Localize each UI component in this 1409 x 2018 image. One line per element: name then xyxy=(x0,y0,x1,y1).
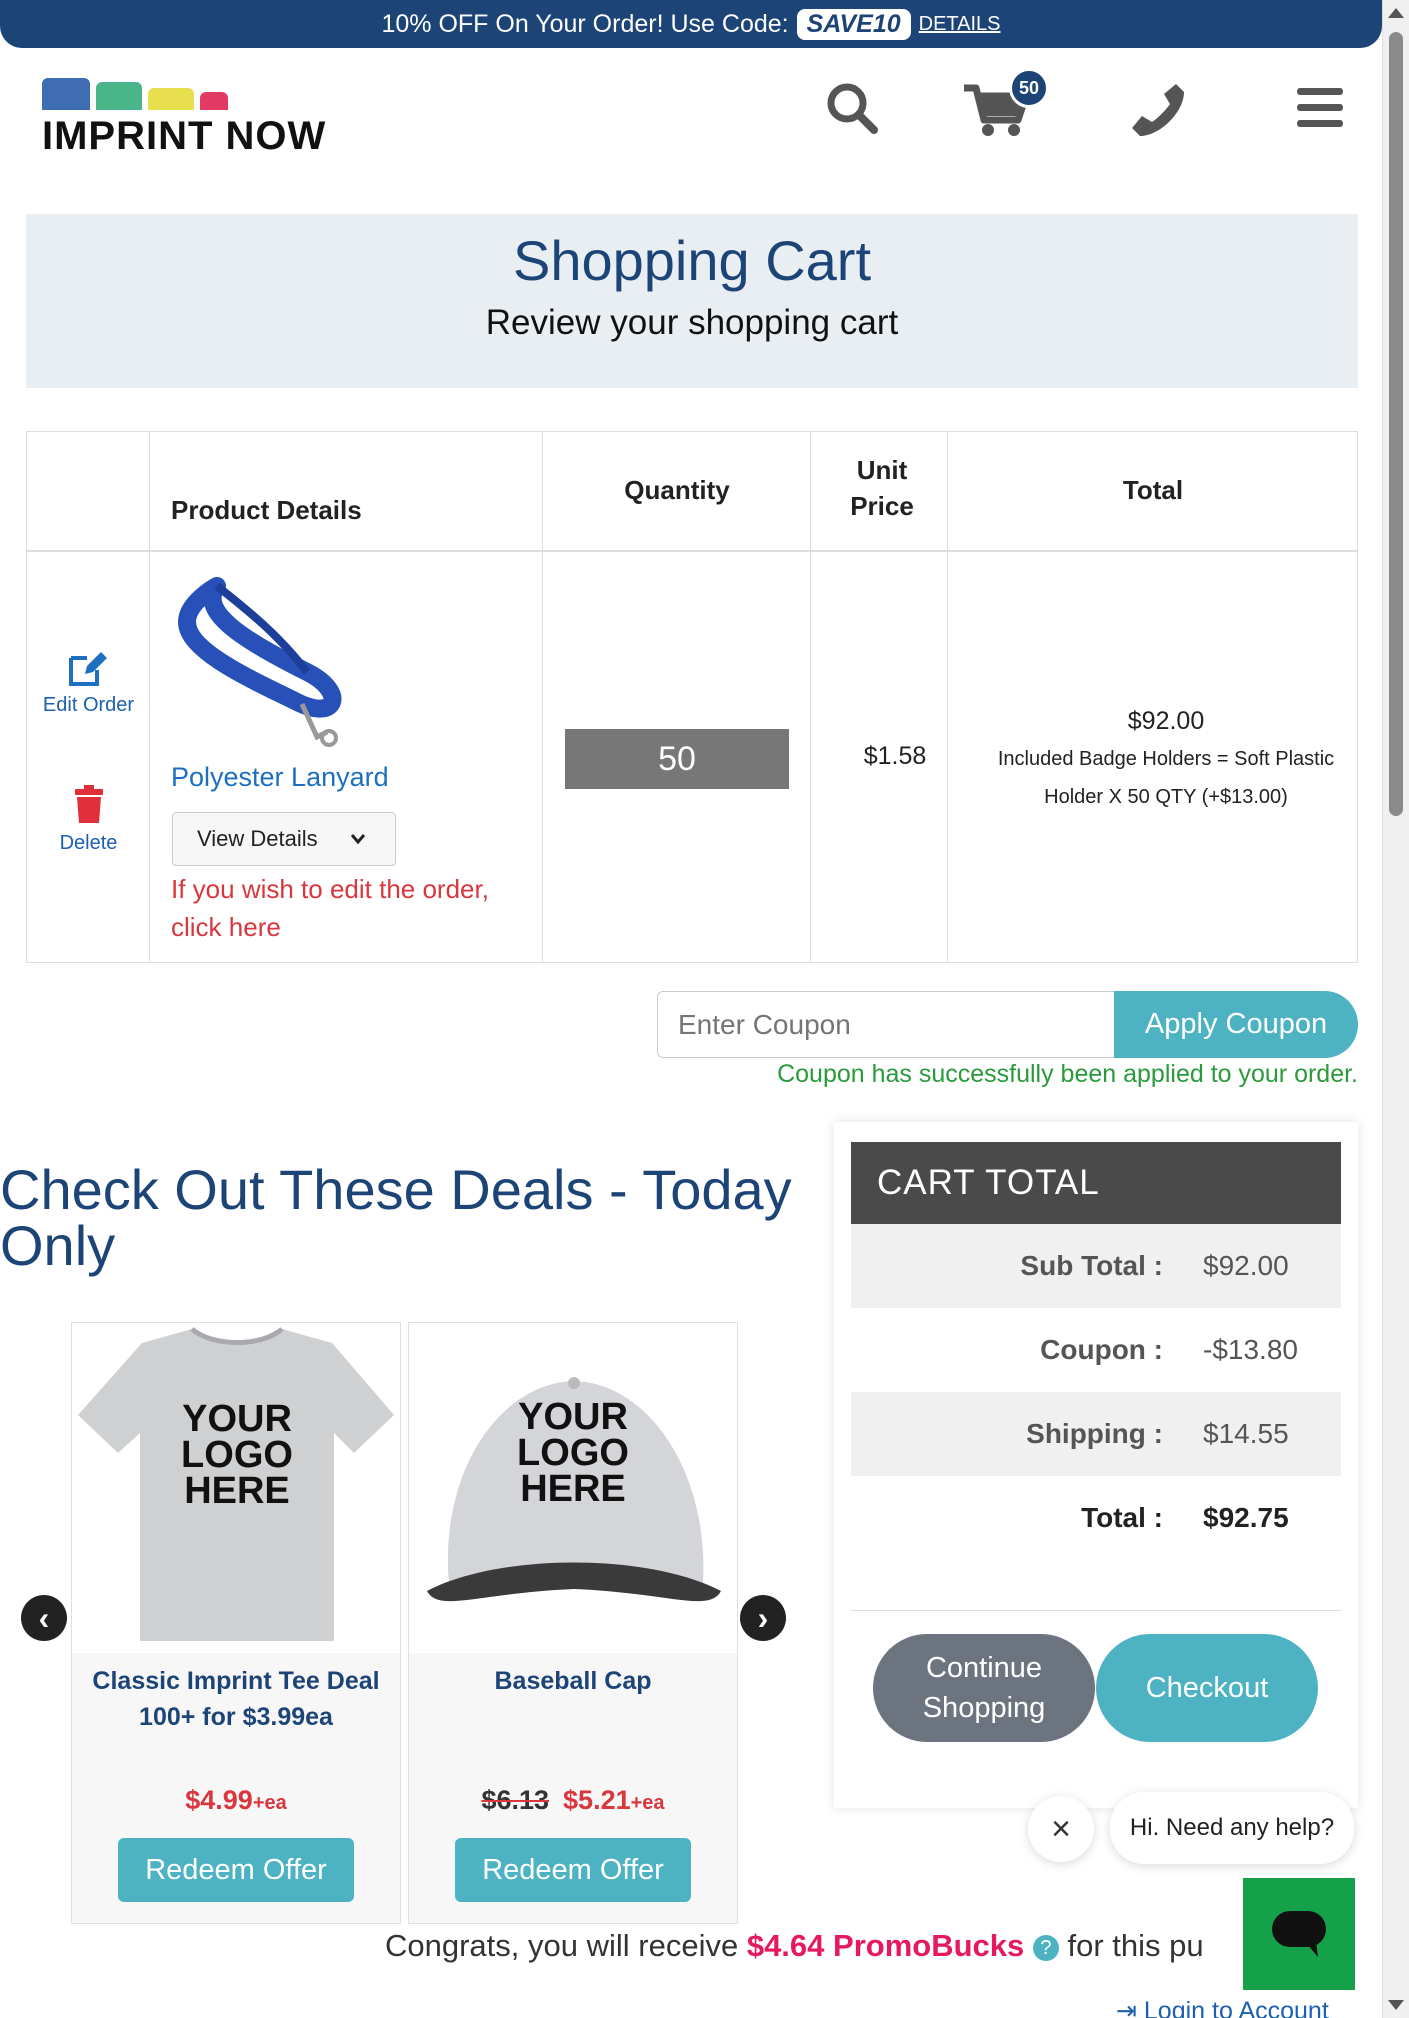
delete-link[interactable]: Delete xyxy=(27,828,150,858)
quantity-field[interactable]: 50 xyxy=(565,729,789,789)
chat-icon xyxy=(1272,1911,1326,1957)
promobucks-prefix: Congrats, you will receive xyxy=(385,1928,739,1963)
deal-price-value: $4.99 xyxy=(185,1785,253,1815)
close-icon[interactable]: × xyxy=(1028,1796,1094,1862)
page-header: Shopping Cart Review your shopping cart xyxy=(26,214,1358,388)
grand-total-value: $92.75 xyxy=(1203,1502,1289,1533)
subtotal-row: Sub Total : $92.00 xyxy=(851,1224,1341,1308)
deal-price: $4.99+ea xyxy=(72,1785,400,1816)
page-title: Shopping Cart xyxy=(512,229,871,292)
trash-icon[interactable] xyxy=(73,785,105,823)
coupon-value: -$13.80 xyxy=(1203,1334,1298,1365)
deal-name: Baseball Cap xyxy=(494,1667,652,1695)
page-subtitle: Review your shopping cart xyxy=(485,303,899,342)
promobucks-suffix: for this pu xyxy=(1067,1928,1204,1963)
deal-card: YOUR LOGO HERE Classic Imprint Tee Deal … xyxy=(71,1322,401,1924)
redeem-offer-button[interactable]: Redeem Offer xyxy=(455,1838,691,1902)
promobucks-message: Congrats, you will receive $4.64 PromoBu… xyxy=(385,1928,1245,1964)
tshirt-image: YOUR LOGO HERE xyxy=(72,1323,400,1653)
scrollbar-thumb[interactable] xyxy=(1389,32,1403,816)
login-label: Login to Account xyxy=(1143,1997,1329,2018)
logo-bars xyxy=(42,74,326,110)
shipping-label: Shipping : xyxy=(1026,1418,1163,1449)
deal-card: YOUR LOGO HERE Baseball Cap $6.13 $5.21+e… xyxy=(408,1322,738,1924)
phone-icon[interactable] xyxy=(1126,78,1186,138)
promo-details-link[interactable]: DETAILS xyxy=(919,13,1001,36)
deal-price-value: $5.21 xyxy=(563,1785,631,1815)
deals-title: Check Out These Deals - Today Only xyxy=(0,1158,792,1277)
coupon-success-message: Coupon has successfully been applied to … xyxy=(777,1060,1358,1088)
checkout-button[interactable]: Checkout xyxy=(1096,1634,1318,1742)
deal-price-suffix: +ea xyxy=(252,1792,287,1814)
chat-launcher-button[interactable] xyxy=(1243,1878,1355,1990)
search-icon[interactable] xyxy=(822,78,882,138)
login-link[interactable]: ⇥ Login to Account xyxy=(1116,1996,1329,2018)
edit-order-link[interactable]: Edit Order xyxy=(27,690,150,720)
promobucks-amount: $4.64 PromoBucks xyxy=(746,1928,1025,1963)
cart-table: Product Details Quantity Unit Price Tota… xyxy=(26,431,1358,963)
product-name-link[interactable]: Polyester Lanyard xyxy=(171,762,389,793)
deal-price-suffix: +ea xyxy=(630,1792,665,1814)
header-total: Total xyxy=(1122,475,1184,505)
login-icon: ⇥ xyxy=(1116,1997,1137,2018)
help-icon[interactable]: ? xyxy=(1032,1934,1059,1961)
promo-code: SAVE10 xyxy=(796,8,911,40)
edit-click-here-link[interactable]: click here xyxy=(171,912,281,942)
carousel-prev-arrow[interactable]: ‹ xyxy=(21,1595,67,1641)
subtotal-label: Sub Total : xyxy=(1020,1250,1163,1281)
scroll-up-arrow[interactable] xyxy=(1388,8,1404,18)
chevron-down-icon xyxy=(350,834,365,845)
view-details-dropdown[interactable]: View Details xyxy=(172,812,396,866)
item-total: $92.00 Included Badge Holders = Soft Pla… xyxy=(975,702,1357,816)
cart-total-title: CART TOTAL xyxy=(851,1142,1341,1224)
item-total-amount: $92.00 xyxy=(1127,707,1205,735)
lanyard-image xyxy=(177,577,342,747)
scrollbar[interactable] xyxy=(1382,0,1409,2018)
cart-count-badge: 50 xyxy=(1009,68,1049,108)
deal-price: $6.13 $5.21+ea xyxy=(409,1785,737,1816)
header-unit-price: Unit Price xyxy=(850,455,914,521)
header-quantity: Quantity xyxy=(624,475,730,505)
subtotal-value: $92.00 xyxy=(1203,1250,1289,1281)
shipping-value: $14.55 xyxy=(1203,1418,1289,1449)
promo-bar: 10% OFF On Your Order! Use Code: SAVE10 … xyxy=(0,0,1382,48)
unit-price-value: $1.58 xyxy=(863,742,927,770)
scroll-down-arrow[interactable] xyxy=(1388,2000,1404,2010)
redeem-offer-button[interactable]: Redeem Offer xyxy=(118,1838,354,1902)
edit-note-text: If you wish to edit the order, xyxy=(171,874,489,904)
coupon-row: Coupon : -$13.80 xyxy=(851,1308,1341,1392)
item-total-extra: Included Badge Holders = Soft Plastic Ho… xyxy=(997,748,1335,808)
carousel-next-arrow[interactable]: › xyxy=(740,1595,786,1641)
edit-order-note: If you wish to edit the order, click her… xyxy=(171,870,551,946)
chat-greeting[interactable]: Hi. Need any help? xyxy=(1110,1792,1354,1864)
apply-coupon-button[interactable]: Apply Coupon xyxy=(1114,991,1358,1058)
coupon-input[interactable] xyxy=(657,991,1115,1058)
deal-name: Classic Imprint Tee Deal 100+ for $3.99e… xyxy=(92,1667,380,1731)
edit-icon[interactable] xyxy=(67,648,109,688)
continue-shopping-button[interactable]: Continue Shopping xyxy=(873,1634,1095,1742)
view-details-label: View Details xyxy=(197,826,318,851)
grand-total-label: Total : xyxy=(1081,1502,1163,1533)
cap-logo-text: YOUR LOGO HERE xyxy=(517,1396,629,1510)
cap-image: YOUR LOGO HERE xyxy=(409,1323,737,1653)
promo-text: 10% OFF On Your Order! Use Code: xyxy=(381,9,789,38)
shipping-row: Shipping : $14.55 xyxy=(851,1392,1341,1476)
deal-old-price: $6.13 xyxy=(481,1785,550,1815)
grand-total-row: Total : $92.75 xyxy=(851,1476,1341,1560)
header-product-details: Product Details xyxy=(171,495,362,525)
tshirt-logo-text: YOUR LOGO HERE xyxy=(181,1398,293,1512)
cart-total-panel: CART TOTAL Sub Total : $92.00 Coupon : -… xyxy=(834,1122,1358,1808)
menu-icon[interactable] xyxy=(1290,78,1350,138)
logo-text: IMPRINT NOW xyxy=(42,114,327,158)
coupon-label: Coupon : xyxy=(1040,1334,1163,1365)
site-logo[interactable]: IMPRINT NOW xyxy=(42,74,326,159)
divider xyxy=(851,1610,1341,1611)
